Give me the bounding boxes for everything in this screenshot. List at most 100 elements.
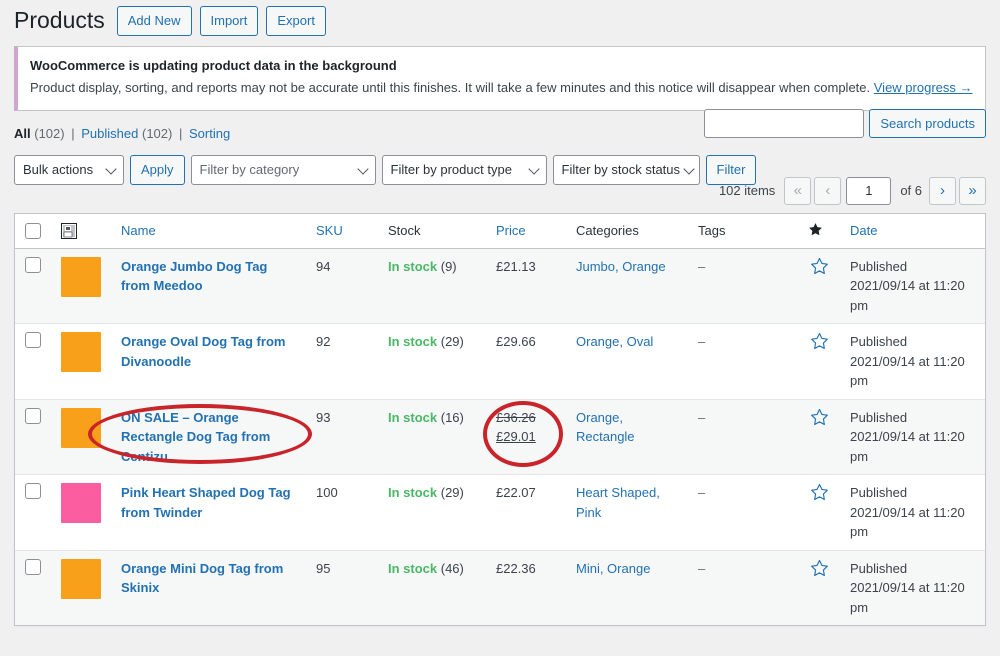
- header-tags-label: Tags: [698, 223, 725, 238]
- row-checkbox[interactable]: [25, 257, 41, 273]
- header-name-link[interactable]: Name: [121, 223, 156, 238]
- status-links-row: All (102) | Published (102) | Sorting Se…: [14, 121, 986, 147]
- row-stock-cell: In stock (46): [378, 550, 486, 626]
- add-new-button[interactable]: Add New: [117, 6, 192, 36]
- product-name-link[interactable]: ON SALE – Orange Rectangle Dog Tag from …: [121, 408, 296, 467]
- row-name-cell: Orange Oval Dog Tag from Divanoodle: [111, 323, 306, 399]
- bulk-actions-select-value: Bulk actions: [23, 162, 93, 177]
- row-name-cell: Orange Jumbo Dog Tag from Meedoo: [111, 249, 306, 324]
- pagination-last-button[interactable]: »: [959, 177, 986, 205]
- pagination-next-button[interactable]: ›: [929, 177, 956, 205]
- row-sku-cell: 93: [306, 399, 378, 475]
- row-stock-cell: In stock (29): [378, 323, 486, 399]
- row-thumbnail-cell: [51, 249, 111, 324]
- row-date-cell: Published2021/09/14 at 11:20 pm: [840, 550, 985, 626]
- header-sku-link[interactable]: SKU: [316, 223, 343, 238]
- row-price-cell: £22.07: [486, 474, 566, 550]
- status-link-published[interactable]: Published: [81, 126, 138, 141]
- product-date-value: 2021/09/14 at 11:20 pm: [850, 278, 965, 313]
- export-button[interactable]: Export: [266, 6, 326, 36]
- row-sku-cell: 92: [306, 323, 378, 399]
- row-categories-cell: Orange, Oval: [566, 323, 688, 399]
- row-sku-cell: 95: [306, 550, 378, 626]
- star-outline-icon[interactable]: [810, 408, 829, 433]
- product-thumbnail[interactable]: [61, 257, 101, 297]
- star-outline-icon[interactable]: [810, 257, 829, 282]
- stock-quantity: (29): [441, 334, 464, 349]
- stock-quantity: (46): [441, 561, 464, 576]
- row-price-cell: £36.26£29.01: [486, 399, 566, 475]
- row-thumbnail-cell: [51, 399, 111, 475]
- row-sku-cell: 94: [306, 249, 378, 324]
- product-tags: –: [698, 334, 705, 349]
- header-categories: Categories: [566, 214, 688, 249]
- product-date-value: 2021/09/14 at 11:20 pm: [850, 580, 965, 615]
- table-row: Orange Oval Dog Tag from Divanoodle 92 In …: [15, 323, 985, 399]
- product-tags: –: [698, 561, 705, 576]
- stock-quantity: (29): [441, 485, 464, 500]
- table-row: Orange Jumbo Dog Tag from Meedoo94In sto…: [15, 249, 985, 324]
- product-price-sale: £29.01: [496, 427, 556, 447]
- row-featured-cell: [798, 550, 840, 626]
- row-price-cell: £21.13: [486, 249, 566, 324]
- table-row: Orange Mini Dog Tag from Skinix 95 In stoc…: [15, 550, 985, 626]
- products-table-head: Name SKU Stock Price Categories Tags: [15, 214, 985, 249]
- star-outline-icon[interactable]: [810, 483, 829, 508]
- row-select-cell: [15, 550, 51, 626]
- product-name-link[interactable]: Pink Heart Shaped Dog Tag from Twinder: [121, 483, 296, 522]
- star-outline-icon[interactable]: [810, 559, 829, 584]
- product-thumbnail[interactable]: [61, 559, 101, 599]
- apply-button[interactable]: Apply: [130, 155, 185, 185]
- row-name-cell: ON SALE – Orange Rectangle Dog Tag from …: [111, 399, 306, 475]
- bulk-actions-select[interactable]: Bulk actions: [14, 155, 124, 185]
- product-thumbnail[interactable]: [61, 483, 101, 523]
- star-outline-icon[interactable]: [810, 332, 829, 357]
- product-thumbnail[interactable]: [61, 408, 101, 448]
- product-date-status: Published: [850, 483, 975, 503]
- tablenav-top: Bulk actions Apply Filter by category Fi…: [14, 155, 986, 213]
- pagination-prev-button: ‹: [814, 177, 841, 205]
- row-thumbnail-cell: [51, 474, 111, 550]
- header-date-link[interactable]: Date: [850, 223, 877, 238]
- product-name-link[interactable]: Orange Mini Dog Tag from Skinix: [121, 559, 296, 598]
- notice-body-text: Product display, sorting, and reports ma…: [30, 80, 870, 95]
- search-products-button[interactable]: Search products: [869, 109, 986, 138]
- filter-by-stock-status-select[interactable]: Filter by stock status: [553, 155, 700, 185]
- product-sku: 95: [316, 561, 330, 576]
- pagination: 102 items « ‹ 1 of 6 › »: [719, 177, 986, 205]
- row-date-cell: Published2021/09/14 at 11:20 pm: [840, 399, 985, 475]
- status-count-published: (102): [142, 126, 172, 141]
- select-all-checkbox[interactable]: [25, 223, 41, 239]
- row-featured-cell: [798, 474, 840, 550]
- row-tags-cell: –: [688, 474, 798, 550]
- product-sku: 93: [316, 410, 330, 425]
- product-name-link[interactable]: Orange Oval Dog Tag from Divanoodle: [121, 332, 296, 371]
- filter-by-product-type-select[interactable]: Filter by product type: [382, 155, 547, 185]
- product-date-status: Published: [850, 559, 975, 579]
- stock-status-badge: In stock: [388, 561, 437, 576]
- status-link-all[interactable]: All: [14, 126, 31, 141]
- header-price-link[interactable]: Price: [496, 223, 526, 238]
- row-tags-cell: –: [688, 323, 798, 399]
- filter-by-category-select[interactable]: Filter by category: [191, 155, 376, 185]
- row-checkbox[interactable]: [25, 332, 41, 348]
- page-header: Products Add New Import Export: [0, 0, 1000, 36]
- status-link-sorting[interactable]: Sorting: [189, 126, 230, 141]
- row-checkbox[interactable]: [25, 408, 41, 424]
- star-filled-icon: [808, 225, 823, 240]
- import-button[interactable]: Import: [200, 6, 259, 36]
- product-name-link[interactable]: Orange Jumbo Dog Tag from Meedoo: [121, 257, 296, 296]
- row-checkbox[interactable]: [25, 483, 41, 499]
- pagination-current-page-input[interactable]: 1: [846, 177, 891, 205]
- product-sku: 92: [316, 334, 330, 349]
- header-name: Name: [111, 214, 306, 249]
- view-progress-link[interactable]: View progress →: [874, 80, 973, 95]
- product-thumbnail[interactable]: [61, 332, 101, 372]
- row-checkbox[interactable]: [25, 559, 41, 575]
- product-price: £21.13: [496, 259, 536, 274]
- table-row: Pink Heart Shaped Dog Tag from Twinder10…: [15, 474, 985, 550]
- search-input[interactable]: [704, 109, 864, 138]
- chevron-down-icon: [357, 163, 368, 174]
- row-featured-cell: [798, 249, 840, 324]
- filter-by-product-type-value: Filter by product type: [391, 162, 512, 177]
